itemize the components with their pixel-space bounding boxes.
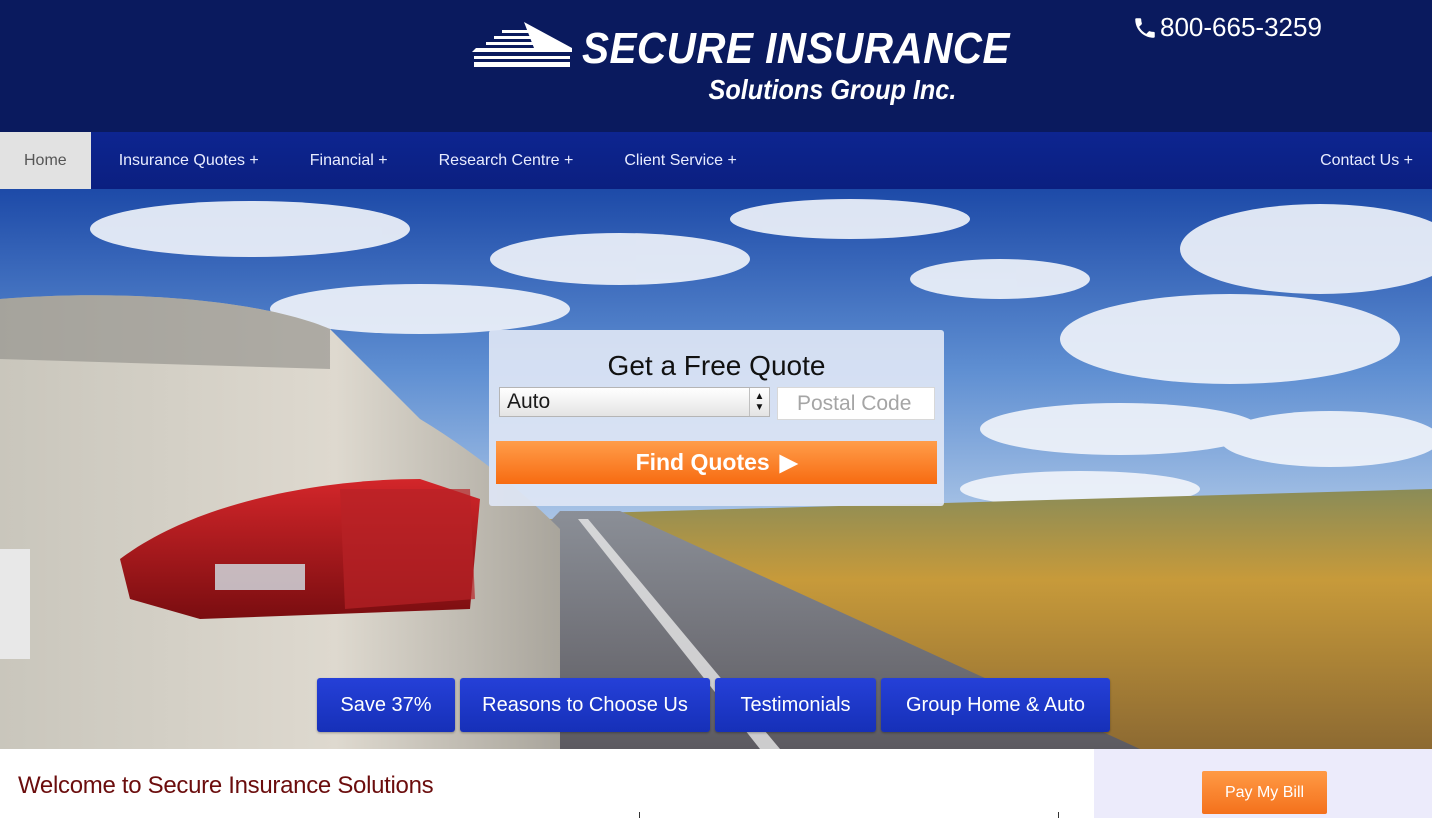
sidebar-panel: Pay My Bill [1094,749,1432,818]
insurance-type-select[interactable]: Auto ▲ ▼ [499,387,770,417]
phone-icon [1135,17,1155,38]
column-divider [639,812,640,818]
hero-button-row: Save 37% Reasons to Choose Us Testimonia… [317,678,1110,732]
phone-link[interactable]: 800-665-3259 [1132,12,1322,43]
column-divider [1058,812,1059,818]
nav-item-insurance-quotes[interactable]: Insurance Quotes + [91,132,283,189]
find-quotes-button[interactable]: Find Quotes ▶ [496,441,937,484]
nav-item-home[interactable]: Home [0,132,91,189]
nav-item-client-service[interactable]: Client Service + [597,132,761,189]
save-37-button[interactable]: Save 37% [317,678,455,732]
main-nav: Home Insurance Quotes + Financial + Rese… [0,132,1432,189]
postal-code-input[interactable] [777,387,935,420]
logo-subtitle: Solutions Group Inc. [708,74,956,105]
welcome-heading: Welcome to Secure Insurance Solutions [18,772,434,799]
logo-mark-icon [472,22,572,67]
find-quotes-label: Find Quotes [635,449,770,475]
company-logo[interactable]: SECURE INSURANCE Solutions Group Inc. [472,18,1009,113]
quote-title: Get a Free Quote [607,350,826,381]
nav-item-contact-us[interactable]: Contact Us + [1296,132,1432,189]
logo-title: SECURE INSURANCE [582,24,1010,73]
play-arrow-icon: ▶ [779,449,798,475]
free-quote-panel: Get a Free Quote Auto ▲▼ Find Quotes ▶ [489,330,944,506]
testimonials-button[interactable]: Testimonials [715,678,876,732]
reasons-button[interactable]: Reasons to Choose Us [460,678,710,732]
group-home-auto-button[interactable]: Group Home & Auto [881,678,1110,732]
insurance-type-value: Auto [507,390,551,413]
nav-item-research-centre[interactable]: Research Centre + [412,132,598,189]
pay-my-bill-button[interactable]: Pay My Bill [1202,771,1327,814]
site-header: SECURE INSURANCE Solutions Group Inc. 80… [0,0,1432,132]
phone-number: 800-665-3259 [1160,12,1322,42]
nav-item-financial[interactable]: Financial + [283,132,412,189]
select-arrows-icon: ▲ ▼ [749,388,769,416]
